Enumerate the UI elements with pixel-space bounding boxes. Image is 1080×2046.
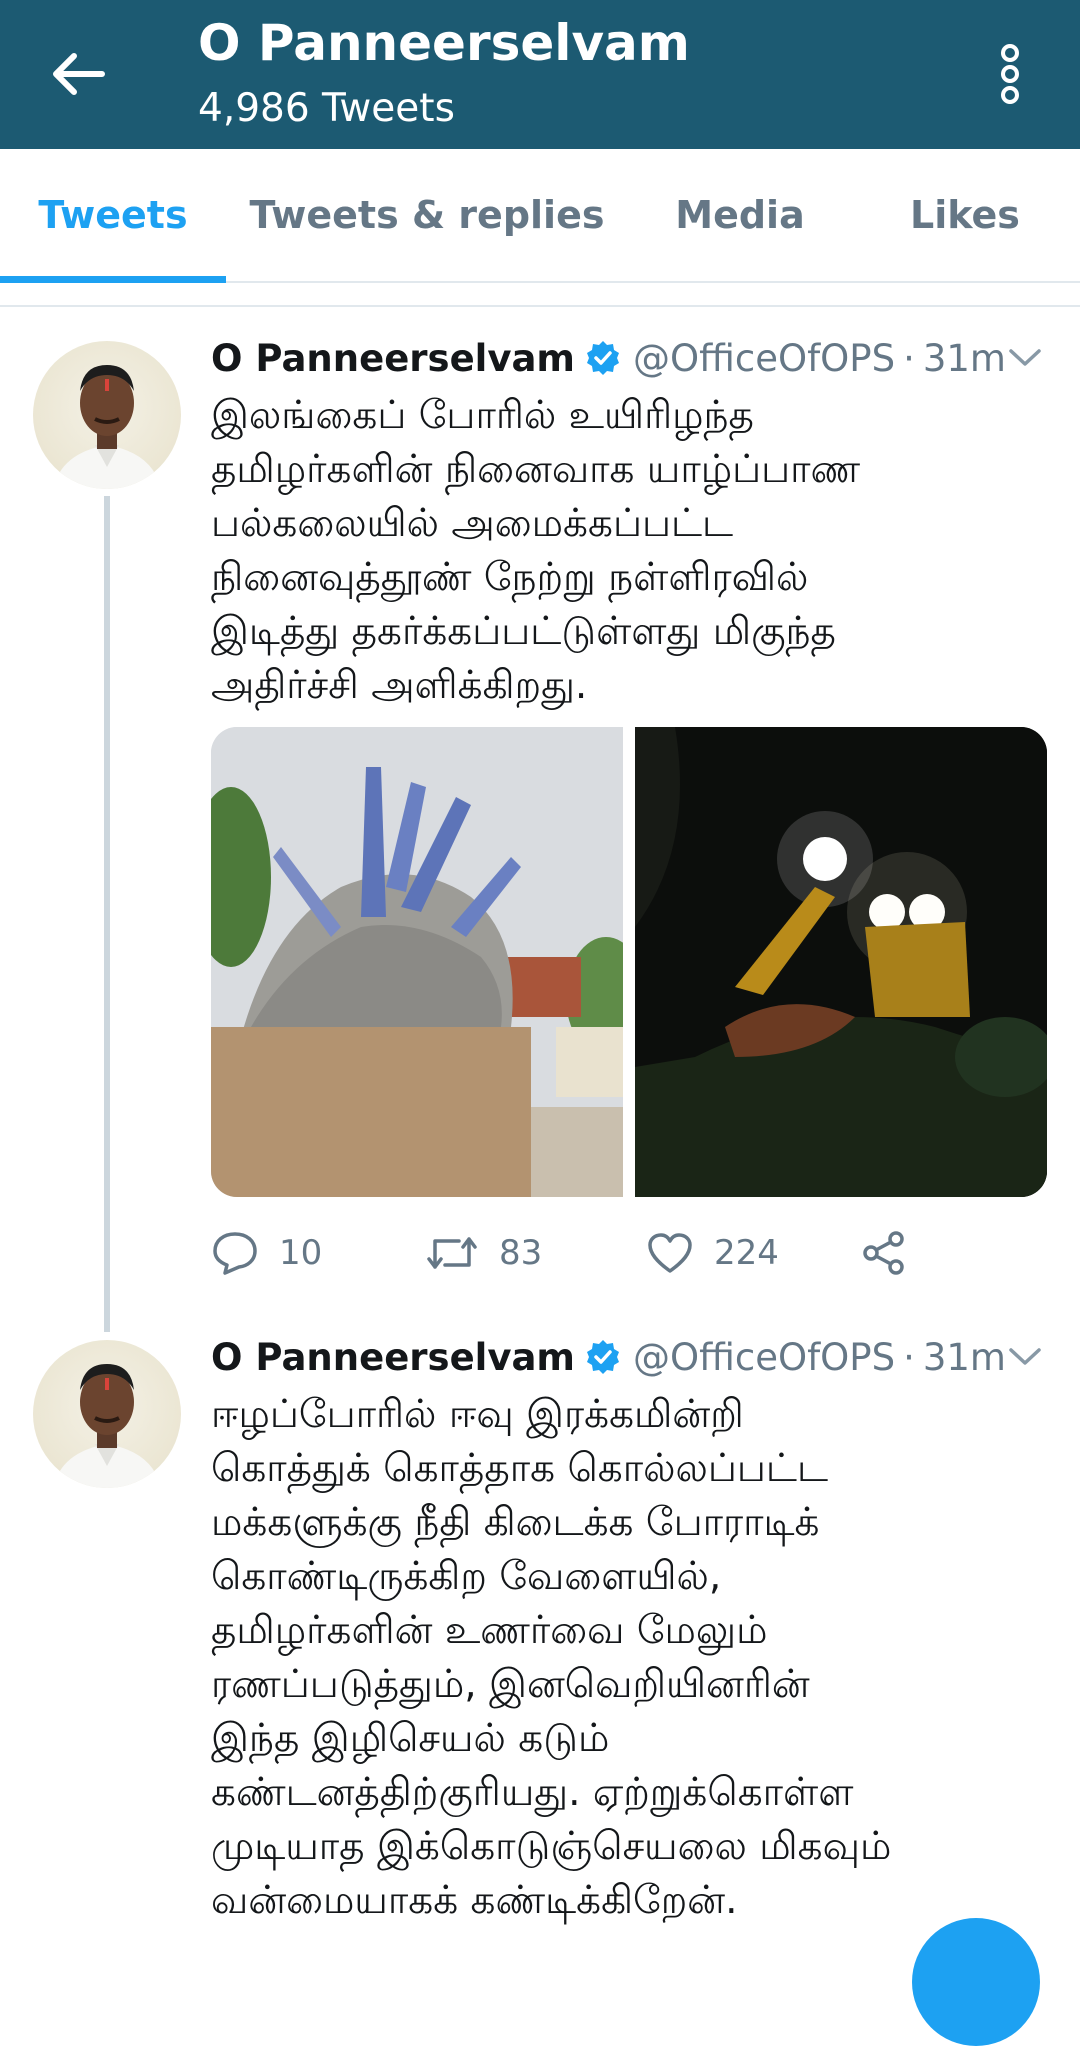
tweet-header: O Panneerselvam @OfficeOfOPS · 31m [211,333,1006,383]
tweet-header: O Panneerselvam @OfficeOfOPS · 31m [211,1332,1006,1382]
tweet-menu-button[interactable] [1003,1337,1047,1377]
back-button[interactable] [40,38,116,110]
excavator-night-photo[interactable] [635,727,1047,1197]
tab-media[interactable]: Media [660,149,820,281]
tweet-author-name[interactable]: O Panneerselvam [211,337,575,380]
retweet-icon [427,1237,477,1269]
avatar[interactable] [33,341,181,489]
app-bar: O Panneerselvam 4,986 Tweets [0,0,1080,149]
thread-connector-line [104,496,110,1332]
tweet-actions: 10 83 224 [211,1223,1051,1283]
tweet-author-name[interactable]: O Panneerselvam [211,1336,575,1379]
share-icon [863,1231,904,1275]
tab-tweets-label: Tweets [38,193,188,237]
divider [0,305,1080,307]
tweet-count: 4,986 Tweets [198,86,455,131]
more-vertical-icon [1001,44,1019,104]
tweet-text: இலங்கைப் போரில் உயிரிழந்த தமிழர்களின் நி… [211,393,861,708]
reply-icon [213,1232,257,1275]
profile-photo [53,365,161,489]
profile-tabs: Tweets Tweets & replies Media Likes [0,149,1080,283]
share-button[interactable] [861,1223,907,1283]
tab-likes[interactable]: Likes [890,149,1040,281]
chevron-down-icon [1009,1348,1041,1365]
separator-dot: · [903,336,915,380]
avatar[interactable] [33,1340,181,1488]
tweet-handle[interactable]: @OfficeOfOPS [633,1336,895,1379]
tab-media-label: Media [675,193,805,237]
reply-button[interactable]: 10 [211,1223,322,1283]
retweet-count: 83 [499,1233,543,1273]
profile-photo [53,1364,161,1488]
verified-badge-icon [585,1339,621,1375]
tweet-menu-button[interactable] [1003,338,1047,378]
more-options-button[interactable] [982,36,1038,112]
tab-tweets[interactable]: Tweets [0,149,226,283]
separator-dot: · [903,1335,915,1379]
tweet-timestamp: 31m [922,1335,1006,1379]
active-tab-indicator [0,276,226,283]
profile-name-title: O Panneerselvam [198,14,690,72]
chevron-down-icon [1009,349,1041,366]
heart-icon [648,1233,692,1273]
like-count: 224 [714,1233,779,1273]
tweet-timestamp: 31m [922,336,1006,380]
tab-tweets-and-replies-label: Tweets & replies [249,193,605,237]
tab-tweets-and-replies[interactable]: Tweets & replies [250,149,605,281]
retweet-button[interactable]: 83 [425,1223,542,1283]
compose-tweet-button[interactable] [912,1918,1040,2046]
like-button[interactable]: 224 [646,1223,779,1283]
tweet-media-grid[interactable] [211,727,1047,1197]
reply-count: 10 [279,1233,323,1273]
tab-likes-label: Likes [910,193,1020,237]
verified-badge-icon [585,340,621,376]
statue-photo[interactable] [211,727,646,1197]
tweet-handle[interactable]: @OfficeOfOPS [633,337,895,380]
back-arrow-icon [53,53,105,95]
tweet-text: ஈழப்போரில் ஈவு இரக்கமின்றி கொத்துக் கொத்… [211,1392,892,1923]
